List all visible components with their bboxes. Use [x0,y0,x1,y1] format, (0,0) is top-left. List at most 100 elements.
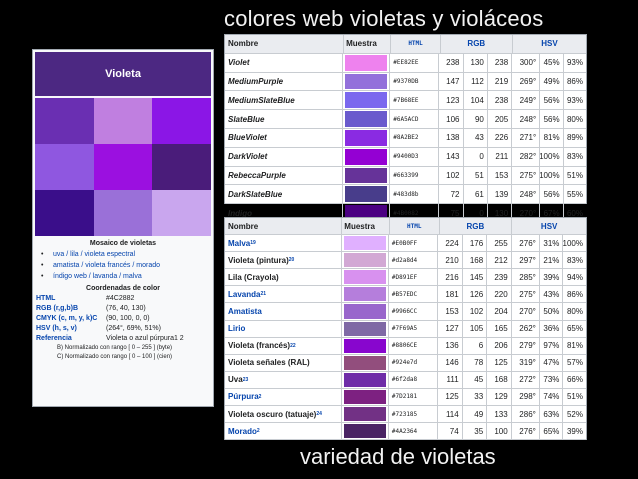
table-header-row: Nombre Muestra HTML RGB HSV [225,218,586,236]
coordinate-value: (90, 100, 0, 0) [106,315,150,322]
color-name: Violet [225,54,342,72]
color-name[interactable]: Malva 19 [225,235,341,251]
hsv-s: 74% [538,388,563,406]
header-name: Nombre [228,39,259,49]
html-code: #E0B0FF [391,239,418,247]
color-sample-fill [345,73,388,90]
rgb-b: 100 [486,423,510,440]
footnote-ref[interactable]: 20 [289,257,295,263]
color-name: MediumPurple [225,73,342,91]
header-rgb[interactable]: RGB [438,218,512,235]
hsv-v: 51% [562,166,586,185]
rgb-r: 181 [437,286,461,303]
table-row: RebeccaPurple #663399 102 51 153 275° 100% 51% [225,166,586,186]
hsv-s: 50% [538,303,563,320]
color-sample-fill [343,407,386,422]
rgb-r: 102 [438,166,462,185]
html-code: #8A2BE2 [393,134,419,142]
rgb-r: 147 [438,72,462,91]
rgb-g: 112 [462,72,487,91]
rgb-r: 143 [438,147,462,166]
rgb-r: 106 [438,110,462,128]
hsv-s: 49% [539,72,562,91]
color-sample [340,269,389,286]
color-name[interactable]: Amatista [225,303,341,319]
table-row: Violet #EE82EE 238 130 238 300° 45% 93% [225,53,586,73]
mosaic-swatch [93,98,153,144]
table-row: Violeta oscuro (tatuaje) 24 #723185 114 49 13… [225,406,586,424]
slide-title: colores web violetas y violáceos [224,6,544,31]
color-name: SlateBlue [225,110,342,128]
html-code: #B57EDC [391,290,418,298]
footnote-ref[interactable]: 21 [260,291,266,297]
hsv-v: 57% [562,354,586,371]
rgb-g: 35 [461,423,486,440]
coord-title: Coordenadas de color [86,285,160,292]
color-name[interactable]: Lirio [225,321,341,337]
hsv-h: 248° [511,110,539,128]
coordinate-value: Violeta o azul púrpura1 2 [106,335,184,342]
footnote-ref[interactable]: 2 [257,428,260,434]
rgb-g: 0 [462,147,487,166]
color-name[interactable]: Púrpura 2 [225,389,341,405]
color-name[interactable]: Morado 2 [225,423,341,439]
hsv-s: 56% [539,185,562,204]
hsv-s: 45% [539,53,562,72]
web-colors-table: Nombre Muestra HTML RGB HSV Violet #EE82EE 238 1… [224,34,587,223]
footnote-ref[interactable]: 22 [290,343,296,349]
color-sample [340,337,389,354]
rgb-r: 224 [437,235,461,252]
violet-mosaic [35,98,211,236]
mosaic-swatch [93,190,153,236]
color-sample-fill [345,129,388,146]
hsv-v: 65% [562,320,586,337]
footnote-ref[interactable]: 19 [250,240,256,246]
table-row: Lavanda 21 #B57EDC 181 126 220 275° 43% 86% [225,286,586,304]
header-name: Nombre [228,221,259,231]
coordinate-key: HSV (h, s, v) [36,325,77,332]
header-rgb[interactable]: RGB [439,35,512,53]
table-row: DarkSlateBlue #483d8b 72 61 139 248° 56% 55% [225,185,586,205]
mosaic-list-item[interactable]: amatista / violeta francés / morado [41,260,213,271]
rgb-g: 6 [461,337,486,354]
header-html[interactable]: HTML [390,218,439,234]
header-html[interactable]: HTML [391,35,439,53]
rgb-r: 138 [438,128,462,147]
rgb-g: 51 [462,166,487,185]
color-sample-fill [343,304,386,319]
mosaic-caption: Mosaico de violetas [89,240,157,247]
color-name-text[interactable]: Morado [228,427,257,436]
color-sample-fill [345,148,388,165]
mosaic-list-item[interactable]: uva / lila / violeta espectral [41,249,213,260]
color-name-text[interactable]: Lirio [228,324,245,333]
hsv-h: 279° [510,337,539,354]
rgb-b: 226 [486,128,511,147]
hsv-h: 249° [511,91,539,110]
header-hsv[interactable]: HSV [511,218,586,235]
footnote-ref[interactable]: 2 [259,394,262,400]
hsv-s: 81% [539,128,562,147]
rgb-g: 102 [461,303,486,320]
header-sample: Muestra [343,35,392,53]
color-name-text[interactable]: Amatista [228,307,262,316]
footnote-ref[interactable]: 24 [316,411,322,417]
slide-caption: variedad de violetas [300,444,496,469]
rgb-b: 133 [486,406,510,423]
mosaic-list-item[interactable]: índigo web / lavanda / malva [41,271,213,282]
color-name-text[interactable]: Púrpura [228,392,259,401]
hsv-v: 51% [562,388,586,406]
color-name-text[interactable]: Lavanda [228,290,260,299]
color-sample-fill [343,338,386,353]
coordinate-value: (264°, 69%, 51%) [106,325,161,332]
color-name-text[interactable]: Malva [228,239,250,248]
hsv-s: 63% [538,406,563,423]
color-sample-fill [343,287,386,302]
footnote-ref[interactable]: 23 [243,377,249,383]
table-header-row: Nombre Muestra HTML RGB HSV [225,35,586,54]
header-hsv[interactable]: HSV [511,35,586,53]
color-name-text: Violet [228,58,250,68]
color-name[interactable]: Lavanda 21 [225,286,341,302]
header-sample: Muestra [341,218,390,235]
hsv-v: 83% [562,252,586,269]
rgb-b: 220 [486,286,510,303]
